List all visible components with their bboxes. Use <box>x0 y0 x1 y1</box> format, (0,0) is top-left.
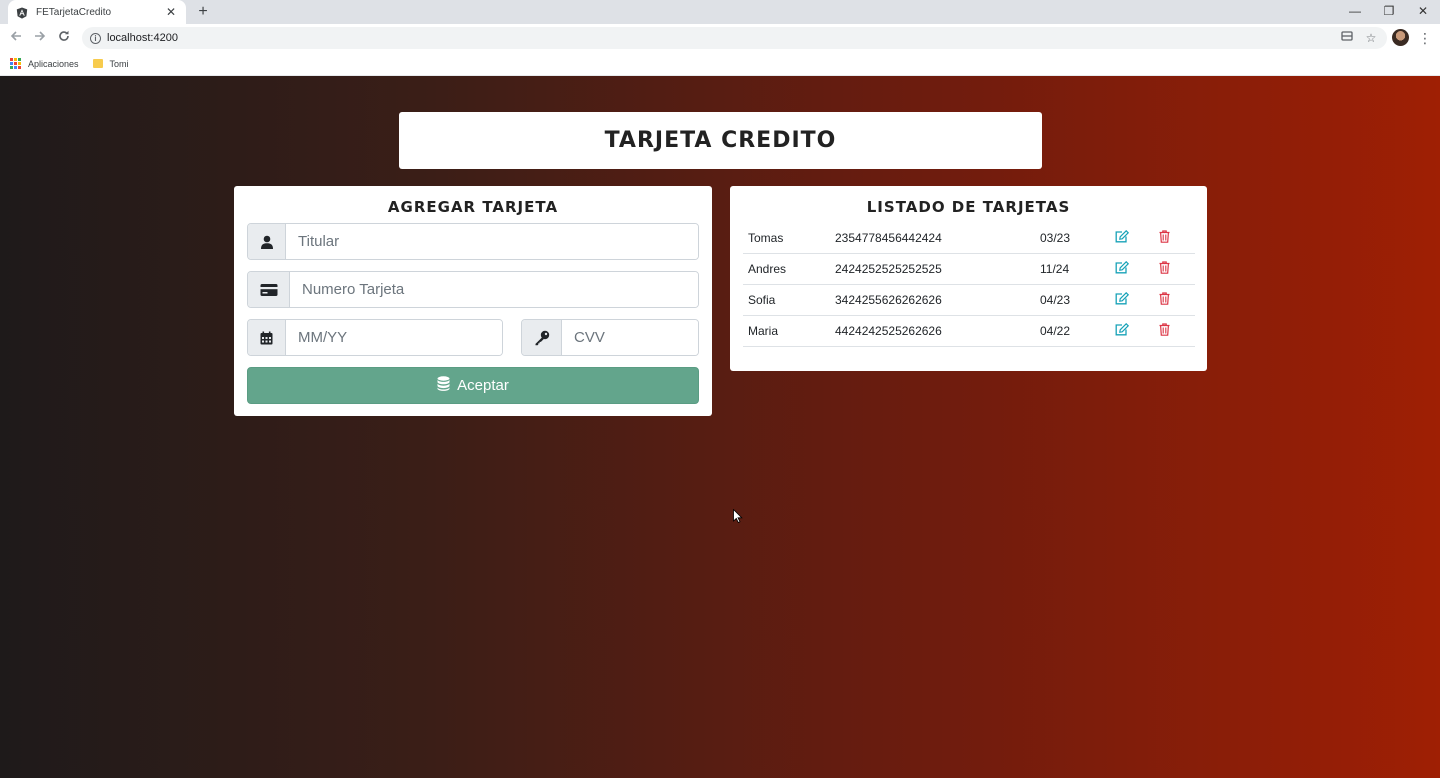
key-icon <box>522 320 562 355</box>
restore-button[interactable]: ❐ <box>1372 0 1406 24</box>
credit-card-icon <box>248 272 290 307</box>
table-row: Sofia 3424255626262626 04/23 <box>743 285 1195 316</box>
row-expiracion: 04/23 <box>1040 293 1071 307</box>
card-list-panel: Listado de Tarjetas Tomas 235477845644242… <box>730 186 1207 371</box>
mouse-cursor-icon <box>733 508 743 524</box>
browser-menu-icon[interactable]: ⋮ <box>1418 29 1432 47</box>
edit-icon[interactable] <box>1115 229 1130 246</box>
titular-input[interactable] <box>286 224 698 259</box>
bookmark-tomi[interactable]: Tomi <box>92 58 129 69</box>
fecha-expiracion-input[interactable] <box>286 320 502 355</box>
trash-icon[interactable] <box>1159 323 1170 339</box>
row-expiracion: 04/22 <box>1040 324 1071 338</box>
browser-toolbar: i localhost:4200 ☆ ⋮ <box>0 24 1440 52</box>
address-bar[interactable]: i localhost:4200 ☆ <box>82 27 1387 49</box>
list-heading: Listado de Tarjetas <box>866 198 1071 216</box>
row-expiracion: 03/23 <box>1040 231 1071 245</box>
numero-tarjeta-input[interactable] <box>290 272 698 307</box>
close-window-button[interactable]: ✕ <box>1406 0 1440 24</box>
tab-title: FETarjetaCredito <box>36 6 112 18</box>
row-numero: 3424255626262626 <box>835 293 942 307</box>
folder-icon <box>92 59 103 68</box>
bookmark-label: Tomi <box>109 58 129 69</box>
header-card: Tarjeta Credito <box>399 112 1042 169</box>
new-tab-button[interactable]: + <box>194 2 212 22</box>
site-info-icon[interactable]: i <box>90 32 101 44</box>
cards-table: Tomas 2354778456442424 03/23 Andres 24242525… <box>743 223 1195 347</box>
back-arrow-icon[interactable] <box>6 28 26 48</box>
table-row: Maria 4424242525262626 04/22 <box>743 316 1195 347</box>
trash-icon[interactable] <box>1159 230 1170 246</box>
apps-grid-icon <box>10 58 21 69</box>
cvv-input[interactable] <box>562 320 698 355</box>
row-titular: Andres <box>748 262 787 276</box>
profile-avatar[interactable] <box>1392 29 1409 46</box>
url-text: localhost:4200 <box>107 32 178 44</box>
edit-icon[interactable] <box>1115 291 1130 308</box>
edit-icon[interactable] <box>1115 322 1130 339</box>
page-background: Tarjeta Credito Agregar Tarjeta <box>0 76 1440 778</box>
table-row: Andres 2424252525252525 11/24 <box>743 254 1195 285</box>
bookmark-aplicaciones[interactable]: Aplicaciones <box>10 58 79 69</box>
table-row: Tomas 2354778456442424 03/23 <box>743 223 1195 254</box>
row-numero: 4424242525262626 <box>835 324 942 338</box>
page-title: Tarjeta Credito <box>604 128 837 153</box>
window-controls: — ❐ ✕ <box>1338 0 1440 24</box>
database-icon <box>437 376 450 395</box>
tab-close-icon[interactable]: ✕ <box>164 5 178 19</box>
add-card-form: Agregar Tarjeta <box>234 186 712 416</box>
row-titular: Maria <box>748 324 779 338</box>
bookmarks-bar: Aplicaciones Tomi <box>0 52 1440 76</box>
angular-favicon-icon <box>16 6 28 19</box>
aceptar-label: Aceptar <box>457 377 509 394</box>
bookmark-label: Aplicaciones <box>28 58 79 69</box>
edit-icon[interactable] <box>1115 260 1130 277</box>
trash-icon[interactable] <box>1159 261 1170 277</box>
bookmark-star-icon[interactable]: ☆ <box>1363 29 1379 47</box>
row-titular: Sofia <box>748 293 776 307</box>
fecha-input-group <box>247 319 503 356</box>
reload-icon[interactable] <box>54 28 74 48</box>
browser-tab[interactable]: FETarjetaCredito ✕ <box>8 0 186 24</box>
forward-arrow-icon[interactable] <box>30 28 50 48</box>
row-expiracion: 11/24 <box>1040 262 1070 276</box>
row-titular: Tomas <box>748 231 784 245</box>
calendar-icon <box>248 320 286 355</box>
titular-input-group <box>247 223 699 260</box>
trash-icon[interactable] <box>1159 292 1170 308</box>
aceptar-button[interactable]: Aceptar <box>247 367 699 404</box>
cvv-input-group <box>521 319 699 356</box>
form-heading: Agregar Tarjeta <box>387 198 559 216</box>
user-icon <box>248 224 286 259</box>
minimize-button[interactable]: — <box>1338 0 1372 24</box>
cast-tab-icon[interactable] <box>1339 29 1355 47</box>
row-numero: 2424252525252525 <box>835 262 942 276</box>
numero-input-group <box>247 271 699 308</box>
browser-tabstrip: FETarjetaCredito ✕ + — ❐ ✕ <box>0 0 1440 24</box>
row-numero: 2354778456442424 <box>835 231 942 245</box>
